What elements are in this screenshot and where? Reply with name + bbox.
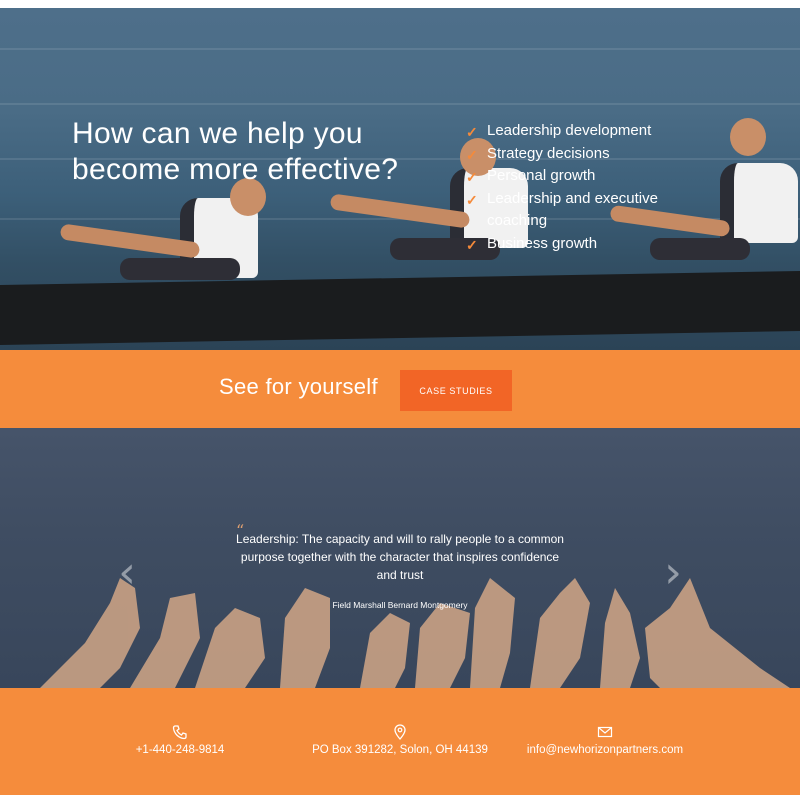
check-icon: ✓ bbox=[466, 191, 478, 208]
check-icon: ✓ bbox=[466, 236, 478, 253]
hero-section: How can we help you become more effectiv… bbox=[0, 8, 800, 350]
quote-section: ‹ › “ Leadership: The capacity and will … bbox=[0, 428, 800, 688]
bottom-bar bbox=[0, 795, 800, 800]
service-item: ✓ Leadership development bbox=[466, 120, 696, 143]
location-pin-icon bbox=[394, 724, 406, 740]
check-icon: ✓ bbox=[466, 169, 478, 185]
service-item: ✓ Strategy decisions bbox=[466, 143, 696, 166]
water-streak bbox=[0, 103, 800, 105]
contact-footer: +1-440-248-9814 PO Box 391282, Solon, OH… bbox=[0, 688, 800, 795]
check-icon: ✓ bbox=[466, 146, 478, 163]
service-item: ✓ Leadership and executive coaching bbox=[466, 188, 696, 233]
hero-title: How can we help you become more effectiv… bbox=[72, 117, 399, 186]
service-item: ✓ Personal growth bbox=[466, 165, 696, 188]
water-streak bbox=[0, 48, 800, 50]
check-icon: ✓ bbox=[466, 124, 478, 140]
services-list: ✓ Leadership development ✓ Strategy decisi… bbox=[466, 120, 696, 255]
email-contact[interactable]: info@newhorizonpartners.com bbox=[514, 724, 696, 756]
address-text: PO Box 391282, Solon, OH 44139 bbox=[312, 744, 488, 756]
quote-text: Leadership: The capacity and will to ral… bbox=[236, 532, 564, 582]
service-label: Leadership and executive coaching bbox=[487, 189, 658, 230]
envelope-icon bbox=[597, 726, 613, 738]
top-bar bbox=[0, 0, 800, 8]
email-link[interactable]: info@newhorizonpartners.com bbox=[527, 744, 683, 756]
phone-contact[interactable]: +1-440-248-9814 bbox=[120, 724, 240, 756]
rowing-boat bbox=[0, 270, 800, 346]
case-studies-button[interactable]: CASE STUDIES bbox=[400, 370, 512, 411]
service-label: Personal growth bbox=[487, 167, 596, 184]
service-label: Strategy decisions bbox=[487, 144, 610, 162]
address-contact: PO Box 391282, Solon, OH 44139 bbox=[300, 724, 500, 756]
service-item: ✓ Business growth bbox=[466, 233, 696, 256]
service-label: Leadership development bbox=[487, 122, 652, 139]
service-label: Business growth bbox=[487, 234, 598, 252]
cta-band: See for yourself CASE STUDIES bbox=[0, 350, 800, 428]
cta-heading: See for yourself bbox=[219, 374, 378, 399]
chevron-right-icon[interactable]: › bbox=[659, 551, 687, 595]
chevron-left-icon[interactable]: ‹ bbox=[113, 551, 141, 595]
quote-author: Field Marshall Bernard Montgomery bbox=[332, 600, 468, 610]
phone-number: +1-440-248-9814 bbox=[135, 744, 225, 756]
phone-icon bbox=[172, 725, 187, 740]
